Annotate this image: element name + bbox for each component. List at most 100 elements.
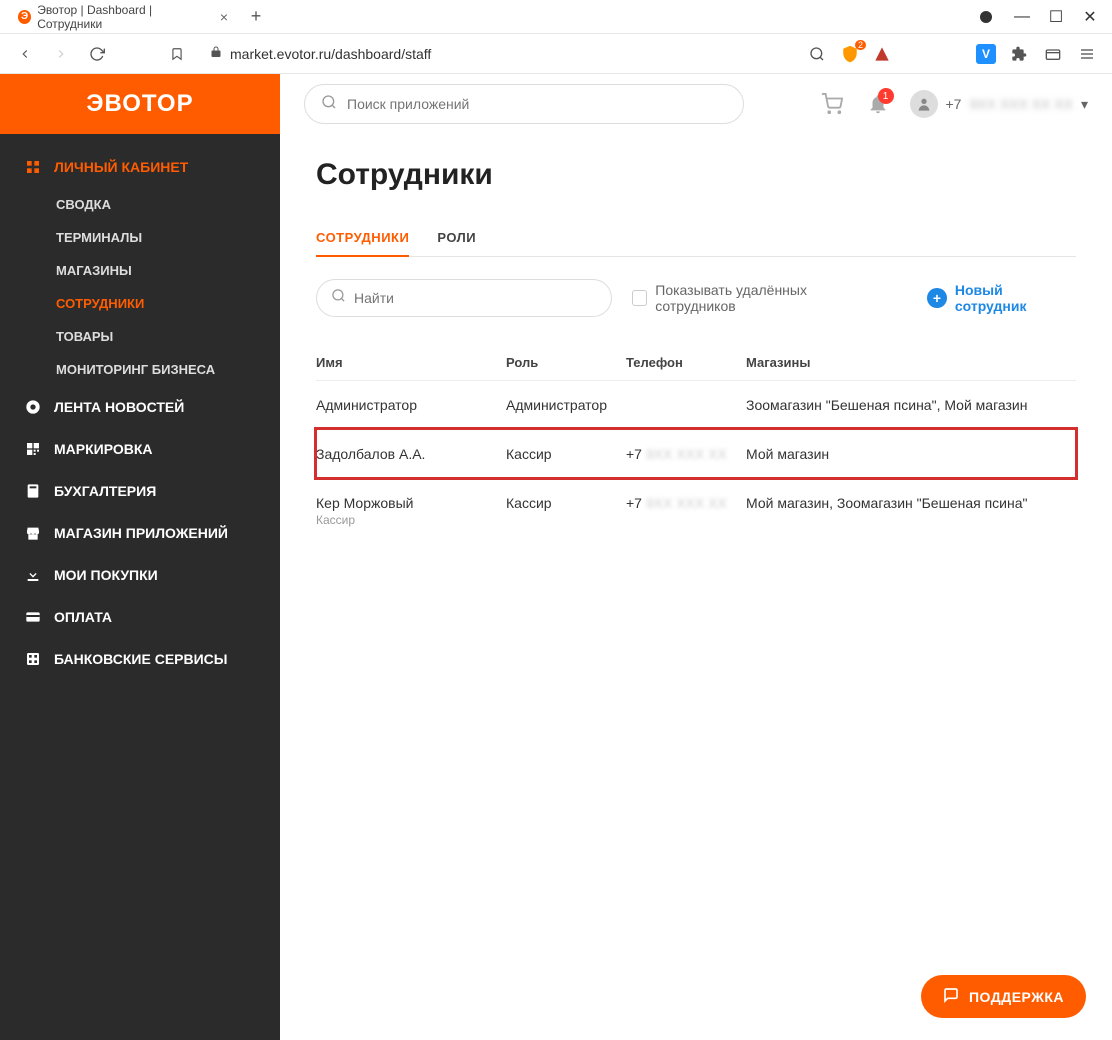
new-tab-button[interactable]: + — [244, 5, 268, 29]
sidebar-sub-summary[interactable]: СВОДКА — [0, 188, 280, 221]
search-icon — [331, 288, 346, 308]
tab-close-icon[interactable]: × — [220, 9, 228, 25]
th-shops: Магазины — [746, 355, 1076, 370]
show-deleted-checkbox[interactable]: Показывать удалённых сотрудников — [632, 282, 888, 314]
sidebar-item-label: МАГАЗИН ПРИЛОЖЕНИЙ — [54, 525, 228, 541]
nav-forward-button[interactable] — [50, 43, 72, 65]
cell-role: Кассир — [506, 495, 626, 511]
sidebar-main-label: ЛИЧНЫЙ КАБИНЕТ — [54, 159, 188, 175]
sidebar-item-label: ЛЕНТА НОВОСТЕЙ — [54, 399, 184, 415]
triangle-extension-icon[interactable] — [872, 44, 892, 64]
table-row[interactable]: Администратор Администратор Зоомагазин "… — [316, 380, 1076, 429]
sidebar-item-marking[interactable]: МАРКИРОВКА — [0, 428, 280, 470]
nav-back-button[interactable] — [14, 43, 36, 65]
sidebar-sub-goods[interactable]: ТОВАРЫ — [0, 320, 280, 353]
sidebar-item-label: БУХГАЛТЕРИЯ — [54, 483, 156, 499]
logo[interactable]: ЭВОТОР — [0, 74, 280, 134]
sidebar-sub-staff[interactable]: СОТРУДНИКИ — [0, 287, 280, 320]
tab-staff[interactable]: СОТРУДНИКИ — [316, 220, 409, 257]
page-title: Сотрудники — [316, 158, 1076, 192]
sidebar: ЭВОТОР ЛИЧНЫЙ КАБИНЕТ СВОДКА ТЕРМИНАЛЫ М… — [0, 74, 280, 1040]
bookmark-icon[interactable] — [166, 43, 188, 65]
user-phone-masked: 9XX XXX XX XX — [969, 96, 1073, 112]
sidebar-item-label: БАНКОВСКИЕ СЕРВИСЫ — [54, 651, 227, 667]
checkbox-icon — [632, 290, 648, 306]
sidebar-sub-monitoring[interactable]: МОНИТОРИНГ БИЗНЕСА — [0, 353, 280, 386]
sidebar-item-accounting[interactable]: БУХГАЛТЕРИЯ — [0, 470, 280, 512]
window-maximize-button[interactable]: ☐ — [1042, 3, 1070, 31]
sidebar-item-payment[interactable]: ОПЛАТА — [0, 596, 280, 638]
add-staff-button[interactable]: + Новый сотрудник — [927, 282, 1076, 314]
window-close-button[interactable]: ✕ — [1076, 3, 1104, 31]
topbar: 1 +7 9XX XXX XX XX ▾ — [280, 74, 1112, 134]
app-search-input[interactable] — [347, 96, 727, 112]
user-phone-prefix: +7 — [946, 96, 962, 112]
notification-badge: 1 — [878, 88, 894, 104]
avatar-icon — [910, 90, 938, 118]
cell-name: Задолбалов А.А. — [316, 446, 506, 462]
sidebar-sub-terminals[interactable]: ТЕРМИНАЛЫ — [0, 221, 280, 254]
show-deleted-label: Показывать удалённых сотрудников — [655, 282, 887, 314]
chevron-down-icon: ▾ — [1081, 96, 1088, 113]
sidebar-item-store[interactable]: МАГАЗИН ПРИЛОЖЕНИЙ — [0, 512, 280, 554]
extensions-icon[interactable] — [1008, 43, 1030, 65]
table-search-input[interactable] — [354, 290, 597, 306]
sidebar-item-dashboard[interactable]: ЛИЧНЫЙ КАБИНЕТ — [0, 146, 280, 188]
cell-name: Кер Моржовый — [316, 495, 506, 511]
cell-shops: Мой магазин — [746, 446, 1076, 462]
zoom-icon[interactable] — [806, 43, 828, 65]
dashboard-icon — [24, 158, 42, 176]
nav-reload-button[interactable] — [86, 43, 108, 65]
search-icon — [321, 94, 337, 115]
lock-icon — [210, 46, 222, 61]
cell-phone: +7 9XX XXX XX — [626, 446, 746, 462]
url-field[interactable]: market.evotor.ru/dashboard/staff — [202, 46, 792, 62]
support-button[interactable]: ПОДДЕРЖКА — [921, 975, 1086, 1018]
staff-table: Имя Роль Телефон Магазины Администратор … — [316, 345, 1076, 543]
table-row[interactable]: Задолбалов А.А. Кассир +7 9XX XXX XX Мой… — [316, 429, 1076, 478]
tab-title: Эвотор | Dashboard | Сотрудники — [37, 3, 210, 31]
window-dot-icon — [980, 11, 992, 23]
browser-tab-bar: Э Эвотор | Dashboard | Сотрудники × + — … — [0, 0, 1112, 34]
shield-extension-icon[interactable]: 2 — [840, 44, 860, 64]
browser-address-bar: market.evotor.ru/dashboard/staff 2 V — [0, 34, 1112, 74]
v-extension-icon[interactable]: V — [976, 44, 996, 64]
window-minimize-button[interactable]: — — [1008, 3, 1036, 31]
cell-role: Кассир — [506, 446, 626, 462]
sidebar-item-banking[interactable]: БАНКОВСКИЕ СЕРВИСЫ — [0, 638, 280, 680]
th-role: Роль — [506, 355, 626, 370]
browser-tab[interactable]: Э Эвотор | Dashboard | Сотрудники × — [8, 0, 238, 35]
th-name: Имя — [316, 355, 506, 370]
cell-role: Администратор — [506, 397, 626, 413]
user-menu[interactable]: +7 9XX XXX XX XX ▾ — [910, 90, 1089, 118]
sidebar-item-news[interactable]: ЛЕНТА НОВОСТЕЙ — [0, 386, 280, 428]
sidebar-sub-shops[interactable]: МАГАЗИНЫ — [0, 254, 280, 287]
sidebar-item-purchases[interactable]: МОИ ПОКУПКИ — [0, 554, 280, 596]
sidebar-item-label: МАРКИРОВКА — [54, 441, 153, 457]
notifications-icon[interactable]: 1 — [864, 90, 892, 118]
cell-name: Администратор — [316, 397, 506, 413]
tab-roles[interactable]: РОЛИ — [437, 220, 476, 256]
cell-phone: +7 9XX XXX XX — [626, 495, 746, 511]
support-label: ПОДДЕРЖКА — [969, 989, 1064, 1005]
cell-sub-role: Кассир — [316, 513, 506, 527]
th-phone: Телефон — [626, 355, 746, 370]
main: 1 +7 9XX XXX XX XX ▾ Сотрудники СОТРУДНИ… — [280, 74, 1112, 1040]
tabs: СОТРУДНИКИ РОЛИ — [316, 220, 1076, 257]
wallet-icon[interactable] — [1042, 43, 1064, 65]
table-row[interactable]: Кер Моржовый Кассир Кассир +7 9XX XXX XX… — [316, 478, 1076, 543]
chat-icon — [943, 987, 959, 1006]
app-search[interactable] — [304, 84, 744, 124]
add-staff-label: Новый сотрудник — [955, 282, 1076, 314]
table-search[interactable] — [316, 279, 612, 317]
menu-icon[interactable] — [1076, 43, 1098, 65]
download-icon — [24, 566, 42, 584]
shield-badge-count: 2 — [855, 40, 866, 50]
cell-shops: Мой магазин, Зоомагазин "Бешеная псина" — [746, 495, 1076, 511]
tab-favicon-icon: Э — [18, 10, 31, 24]
marking-icon — [24, 440, 42, 458]
cart-icon[interactable] — [818, 90, 846, 118]
sidebar-item-label: МОИ ПОКУПКИ — [54, 567, 158, 583]
sidebar-item-label: ОПЛАТА — [54, 609, 112, 625]
news-icon — [24, 398, 42, 416]
